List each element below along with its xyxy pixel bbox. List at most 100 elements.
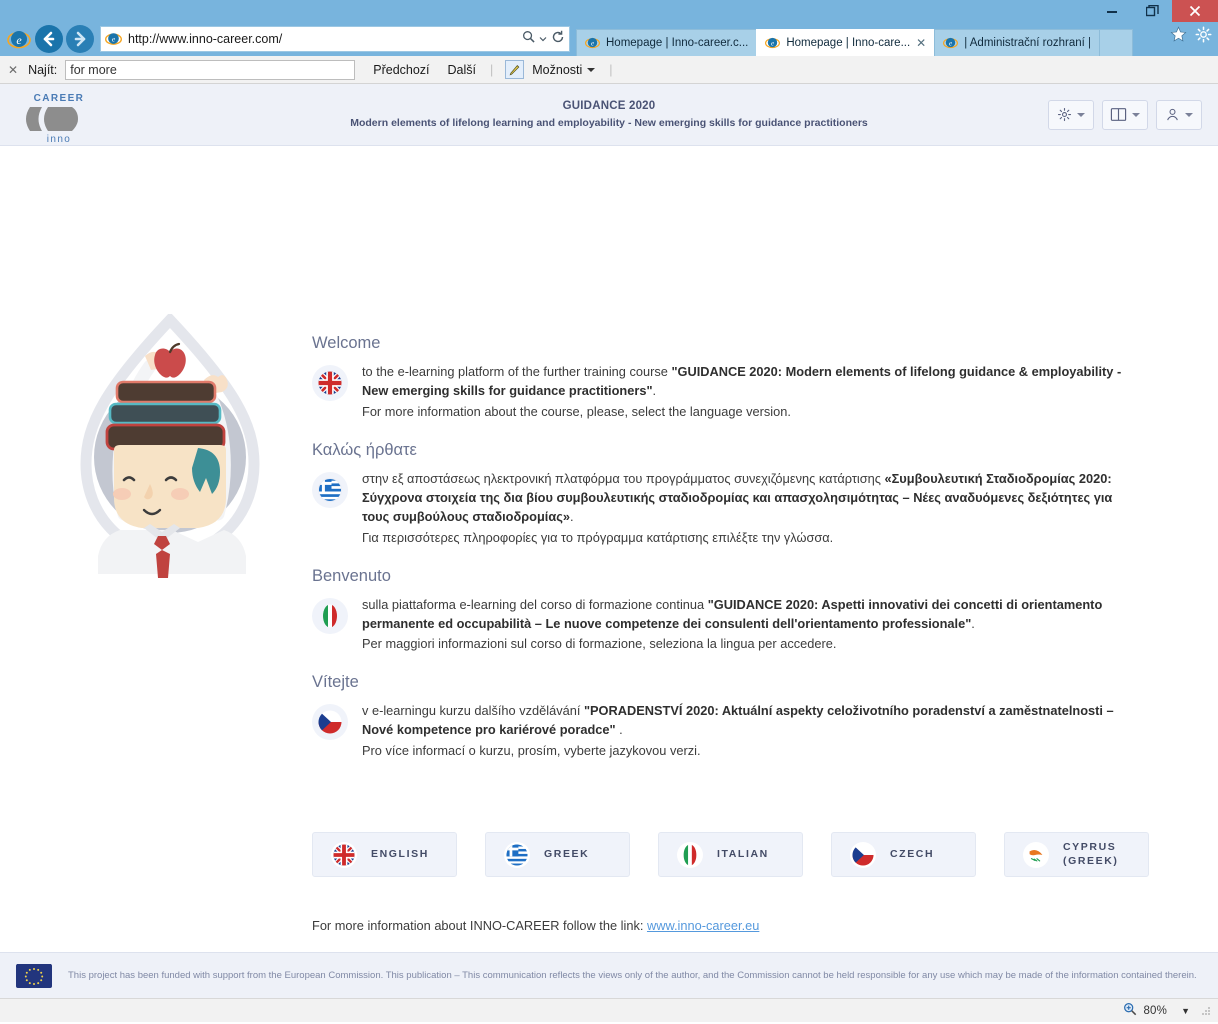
language-sections: Welcome to the e-learning platform of th… [312,334,1142,771]
find-label: Najít: [28,62,58,77]
czech-flag-icon [850,841,876,868]
section-subtext: Per maggiori informazioni sul corso di f… [362,636,837,652]
address-bar[interactable]: e http://www.inno-career.com/ [100,26,570,52]
settings-dropdown-button[interactable] [1048,99,1094,130]
find-bar: ✕ Najít: Předchozí Další | Možnosti | [0,56,1218,84]
section-text-suffix: . [570,508,574,524]
section-text-prefix: v e-learningu kurzu dalšího vzdělávání [362,703,584,719]
find-input[interactable] [65,59,356,80]
browser-status-bar: 80% ▼ [0,998,1218,1022]
ie-favicon-icon: e [585,35,601,51]
person-icon [1167,108,1178,121]
find-close-icon[interactable]: ✕ [8,63,18,77]
highlight-pen-icon[interactable] [505,60,525,79]
uk-flag-icon [312,365,348,401]
chevron-down-icon[interactable] [539,30,547,48]
tab-label: Homepage | Inno-career.c... [606,37,749,49]
resize-grip[interactable] [1200,1005,1212,1017]
inno-career-link[interactable]: www.inno-career.eu [647,918,759,933]
eu-disclaimer-footer: This project has been funded with suppor… [0,952,1218,998]
svg-text:e: e [16,33,22,47]
book-icon [1110,108,1127,121]
more-info-text: For more information about INNO-CAREER f… [312,918,647,933]
language-button-label: ENGLISH [371,847,429,860]
site-logo[interactable]: CAREER inno [16,89,102,145]
cyprus-flag-icon [1023,841,1049,868]
greece-flag-icon [504,841,530,868]
svg-text:e: e [949,40,952,47]
gear-icon[interactable] [1195,26,1212,48]
find-previous-button[interactable]: Předchozí [373,63,429,77]
browser-tab-1[interactable]: e Homepage | Inno-career.c... [576,29,758,56]
minimize-button[interactable] [1092,0,1132,22]
student-illustration [62,311,282,579]
chevron-down-icon [1185,112,1193,117]
language-button-english[interactable]: ENGLISH [312,832,457,877]
zoom-level-label: 80% [1143,1004,1168,1017]
ie-favicon-icon: e [943,35,959,51]
svg-text:CAREER: CAREER [34,93,85,104]
svg-text:e: e [112,35,116,44]
uk-flag-icon [331,841,357,868]
svg-text:e: e [771,40,774,47]
disclaimer-text: This project has been funded with suppor… [68,969,1197,981]
more-info-line: For more information about INNO-CAREER f… [312,918,759,933]
site-header: CAREER inno GUIDANCE 2020 Modern element… [0,84,1218,146]
section-subtext: Pro více informací o kurzu, prosím, vybe… [362,743,701,759]
tab-label: Homepage | Inno-care... [786,37,911,49]
forward-button[interactable] [66,25,94,53]
language-button-greek[interactable]: GREEK [485,832,630,877]
section-subtext: For more information about the course, p… [362,403,791,419]
toolbar-right-actions [1170,26,1212,48]
find-next-button[interactable]: Další [448,63,476,77]
page-subtitle: Modern elements of lifelong learning and… [350,117,868,129]
ie-logo-icon: e [6,26,32,52]
restore-button[interactable] [1132,0,1172,22]
tab-label: | Administrační rozhraní | [964,37,1091,49]
find-options-label: Možnosti [532,62,583,77]
divider: | [490,62,494,77]
star-icon[interactable] [1170,26,1187,48]
gear-icon [1057,107,1072,122]
section-text-prefix: στην εξ αποστάσεως ηλεκτρονική πλατφόρμα… [362,470,885,486]
tab-strip: e Homepage | Inno-career.c... e Homepage… [576,22,1133,56]
chevron-down-icon [1077,112,1085,117]
italy-flag-icon [312,597,348,634]
section-text: sulla piattaforma e-learning del corso d… [362,596,1142,655]
section-english: Welcome to the e-learning platform of th… [312,334,1142,422]
zoom-dropdown-caret[interactable]: ▼ [1181,1006,1190,1016]
user-dropdown-button[interactable] [1156,99,1202,130]
courses-dropdown-button[interactable] [1102,99,1148,130]
italy-flag-icon [677,841,703,868]
browser-toolbar: e e http://www.inno-career.com/ e Homepa… [0,22,1218,56]
section-text-suffix: . [652,382,657,398]
tab-close-icon[interactable]: ✕ [916,36,926,50]
new-tab-button[interactable] [1099,29,1133,56]
section-heading: Benvenuto [312,566,391,585]
page-content: Welcome to the e-learning platform of th… [0,146,1218,952]
chevron-down-icon [587,67,596,72]
zoom-magnifier-icon[interactable] [1123,1002,1137,1019]
language-button-label: CYPRUS (GREEK) [1063,841,1119,867]
ie-favicon-icon: e [105,30,123,48]
language-button-label: GREEK [544,847,590,860]
language-button-cyprus-greek[interactable]: CYPRUS (GREEK) [1004,832,1149,877]
refresh-icon[interactable] [551,30,565,49]
language-button-label: ITALIAN [717,847,769,860]
language-button-italian[interactable]: ITALIAN [658,832,803,877]
search-icon[interactable] [522,30,535,48]
divider: | [609,62,613,77]
browser-tab-2[interactable]: e Homepage | Inno-care... ✕ [756,29,936,56]
browser-tab-3[interactable]: e | Administrační rozhraní | [934,29,1100,56]
close-button[interactable] [1172,0,1218,22]
back-button[interactable] [35,25,63,53]
language-selector-buttons: ENGLISH GREEK ITALIAN CZECH CYPRUS (GREE… [312,832,1149,877]
url-text: http://www.inno-career.com/ [128,32,283,46]
eu-flag-icon [16,963,52,988]
find-options-dropdown[interactable]: Možnosti [532,62,596,77]
language-button-czech[interactable]: CZECH [831,832,976,877]
section-heading: Καλώς ήρθατε [312,440,417,459]
section-text-suffix: . [615,722,623,738]
language-button-label: CZECH [890,847,935,860]
section-text-suffix: . [971,615,975,631]
